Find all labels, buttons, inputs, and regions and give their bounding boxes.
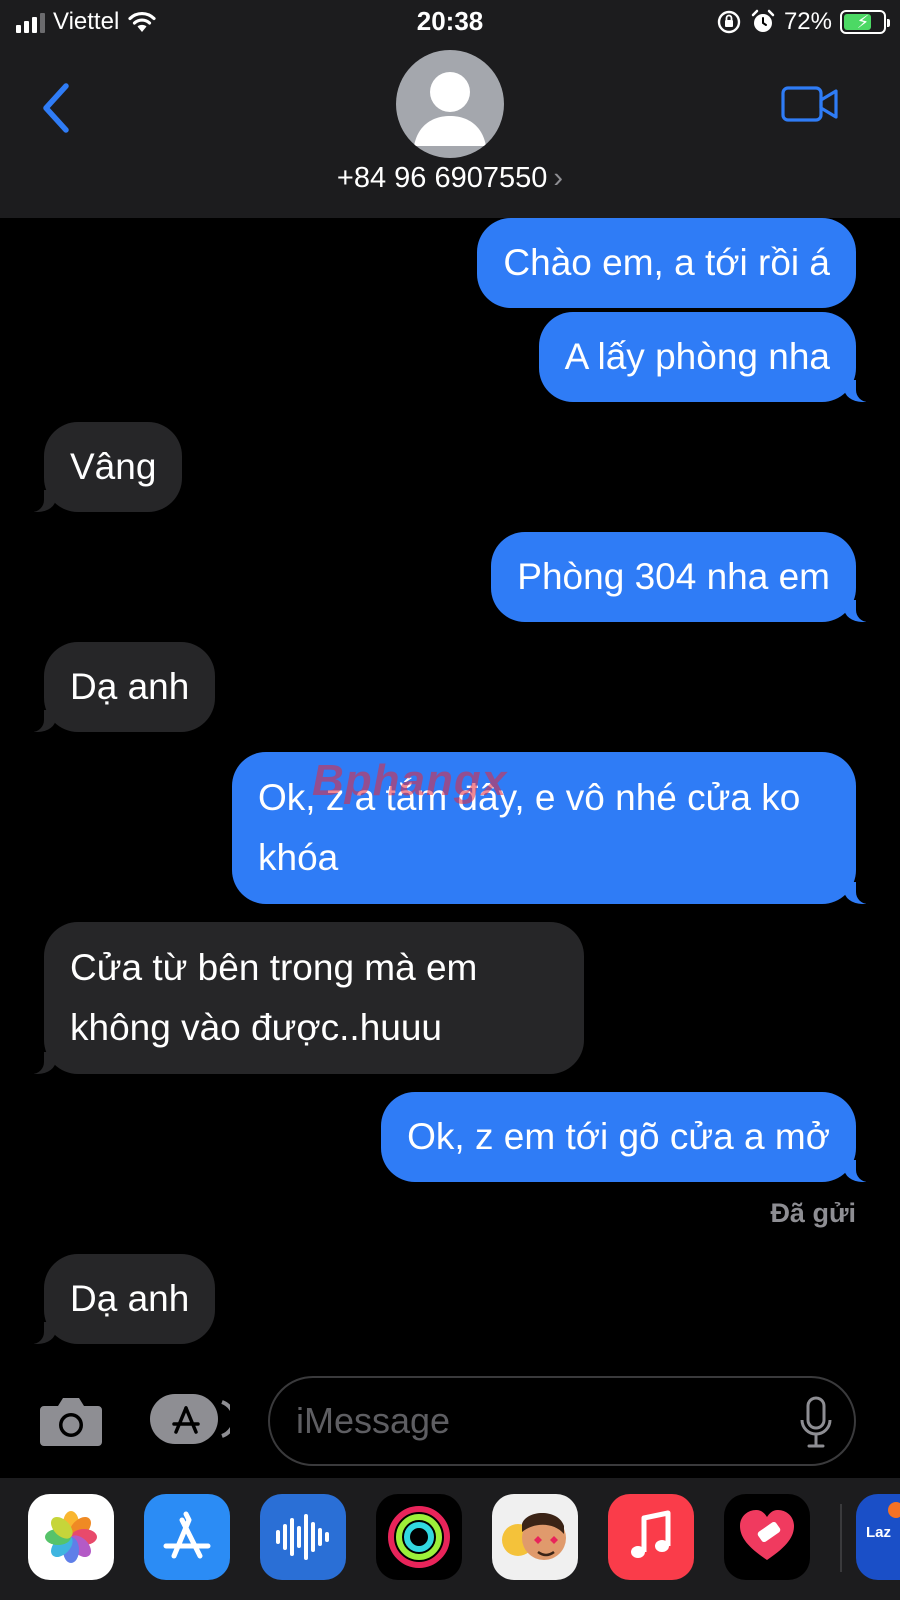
battery-icon: ⚡ [840, 10, 890, 34]
cellular-signal-icon [16, 11, 45, 33]
status-left: Viettel [16, 8, 157, 36]
battery-percentage: 72% [783, 8, 832, 35]
camera-icon[interactable] [38, 1392, 104, 1448]
photos-app-icon[interactable] [28, 1494, 114, 1580]
message-received[interactable]: Dạ anh [21, 642, 216, 732]
music-app-icon[interactable] [608, 1494, 694, 1580]
message-input[interactable] [296, 1400, 766, 1442]
app-store-app-icon[interactable] [144, 1494, 230, 1580]
app-store-button[interactable] [150, 1394, 230, 1444]
drawer-divider [840, 1504, 842, 1572]
activity-app-icon[interactable] [376, 1494, 462, 1580]
message-thread[interactable]: Chào em, a tới rồi á A lấy phòng nha Vân… [0, 218, 900, 1368]
compose-bar [0, 1368, 900, 1470]
contact-number: +84 96 6907550 [336, 162, 548, 194]
charging-bolt-icon: ⚡ [856, 11, 870, 32]
message-sent[interactable]: Phòng 304 nha em [491, 532, 878, 622]
chevron-left-icon[interactable] [36, 78, 76, 138]
imessage-field[interactable] [268, 1376, 856, 1466]
status-right: 72% ⚡ [716, 8, 890, 36]
app-drawer: Laz [0, 1478, 900, 1600]
status-bar: Viettel 20:38 72% ⚡ [0, 0, 900, 46]
message-sent[interactable]: Ok, z a tắm đây, e vô nhé cửa ko khóa [232, 752, 878, 904]
contact-avatar[interactable] [396, 50, 504, 158]
message-sent[interactable]: A lấy phòng nha [538, 312, 879, 402]
audio-messages-app-icon[interactable] [260, 1494, 346, 1580]
person-silhouette-icon [414, 72, 486, 146]
message-received[interactable]: Cửa từ bên trong mà em không vào được..h… [22, 922, 584, 1074]
message-sent[interactable]: Chào em, a tới rồi á [477, 218, 856, 308]
microphone-icon[interactable] [798, 1396, 834, 1450]
carrier-name: Viettel [53, 8, 120, 35]
memoji-app-icon[interactable] [492, 1494, 578, 1580]
message-received[interactable]: Dạ anh [21, 1254, 216, 1344]
lazada-app-icon[interactable]: Laz [856, 1494, 900, 1580]
lazada-label: Laz [866, 1524, 892, 1541]
conversation-header: +84 96 6907550 › [0, 46, 900, 218]
contact-name[interactable]: +84 96 6907550 › [0, 162, 900, 195]
message-received[interactable]: Vâng [21, 422, 183, 512]
alarm-icon [751, 9, 775, 32]
images-app-icon[interactable] [724, 1494, 810, 1580]
chevron-right-icon: › [553, 162, 564, 194]
delivery-status: Đã gửi [770, 1198, 856, 1228]
orientation-lock-icon [717, 10, 741, 34]
wifi-icon [128, 11, 156, 32]
video-camera-icon[interactable] [780, 82, 840, 126]
message-sent[interactable]: Ok, z em tới gõ cửa a mở [381, 1092, 878, 1182]
